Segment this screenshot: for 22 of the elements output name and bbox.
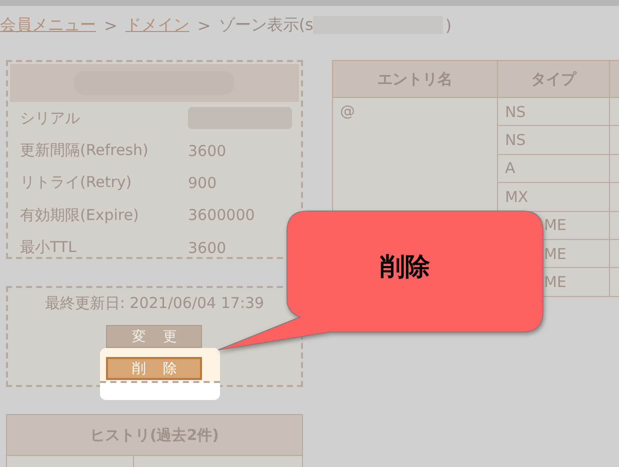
last-updated-text: 最終更新日: 2021/06/04 17:39 bbox=[44, 293, 264, 314]
breadcrumb-link[interactable]: ドメイン bbox=[125, 14, 190, 36]
breadcrumb-separator: > bbox=[197, 16, 211, 34]
breadcrumb-current: ) bbox=[445, 16, 452, 34]
breadcrumb-current: ゾーン表示(s bbox=[218, 14, 314, 36]
field-label: リトライ(Retry) bbox=[19, 173, 133, 192]
breadcrumb-link[interactable]: 会員メニュー bbox=[0, 14, 96, 36]
field-label: シリアル bbox=[19, 108, 81, 128]
table-cell: MX bbox=[497, 182, 610, 212]
field-label: 更新間隔(Refresh) bbox=[19, 141, 150, 160]
delete-button[interactable]: 削除 bbox=[106, 357, 202, 380]
field-label: 最小TTL bbox=[19, 238, 78, 258]
callout-label: 削除 bbox=[380, 251, 430, 283]
field-value: 900 bbox=[188, 174, 217, 192]
field-value: 3600000 bbox=[188, 206, 255, 224]
table-cell: A bbox=[497, 154, 610, 183]
table-cell: NS bbox=[497, 98, 610, 126]
table-cell: NS bbox=[497, 126, 610, 154]
field-label: 有効期限(Expire) bbox=[19, 206, 140, 225]
breadcrumb-separator: > bbox=[104, 16, 118, 34]
field-value: 3600 bbox=[188, 142, 226, 160]
field-value: 3600 bbox=[188, 238, 226, 257]
